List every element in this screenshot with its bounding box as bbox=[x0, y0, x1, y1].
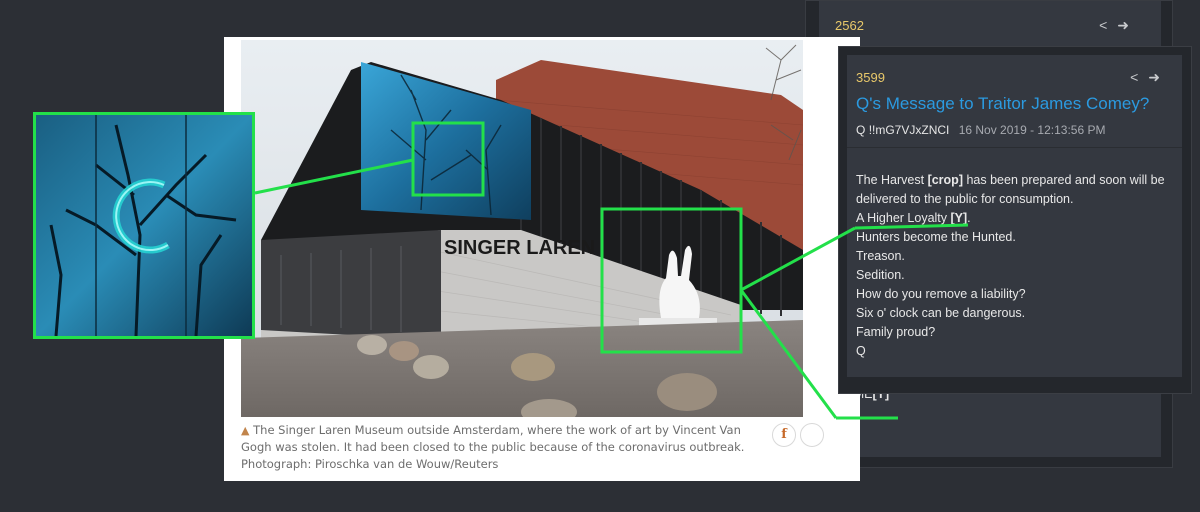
screenshot-canvas: 2562 <➜ COME[Y] Q bbox=[0, 0, 1200, 512]
connector-line bbox=[254, 158, 414, 195]
connector-line bbox=[739, 289, 838, 419]
connector-line bbox=[740, 226, 856, 292]
rabbit-highlight-box bbox=[600, 207, 743, 354]
underline-y bbox=[854, 223, 969, 230]
reflection-highlight-box bbox=[411, 121, 485, 197]
highlight-overlay bbox=[254, 121, 969, 420]
